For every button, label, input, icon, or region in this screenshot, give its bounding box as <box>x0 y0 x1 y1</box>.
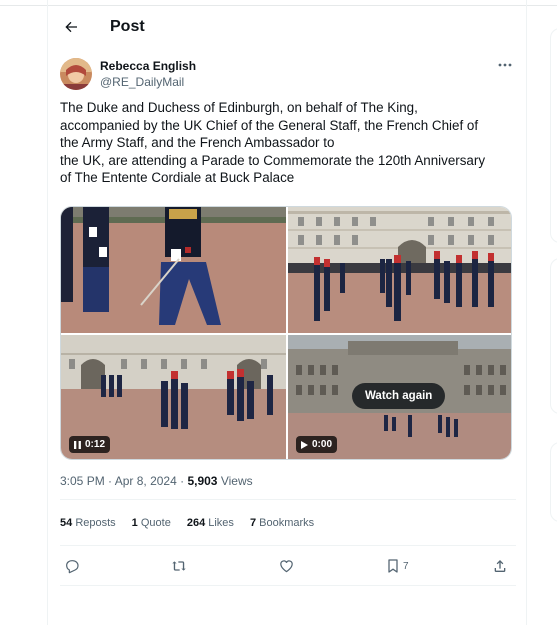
repost-icon <box>172 561 186 571</box>
post-time[interactable]: 3:05 PM <box>60 474 105 488</box>
more-button[interactable] <box>494 56 516 74</box>
divider <box>60 585 516 586</box>
bookmarks-stat[interactable]: 7 Bookmarks <box>250 517 314 529</box>
sidebar-card <box>550 28 557 243</box>
views-label: Views <box>220 474 253 488</box>
tweet-text: The Duke and Duchess of Edinburgh, on be… <box>60 100 486 185</box>
likes-label: Likes <box>208 517 234 529</box>
meta-separator: · <box>180 474 185 488</box>
bookmark-count: 7 <box>403 560 409 572</box>
quotes-count: 1 <box>131 517 138 529</box>
reply-button[interactable] <box>64 555 80 577</box>
media-video-2[interactable] <box>288 207 511 333</box>
share-button[interactable] <box>492 555 508 577</box>
divider <box>60 499 516 500</box>
engagement-stats: 54 Reposts 1 Quote 264 Likes 7 Bookmarks <box>60 517 314 529</box>
watch-again-button[interactable]: Watch again <box>352 383 446 409</box>
like-button[interactable] <box>278 555 295 577</box>
bookmark-button[interactable]: 7 <box>386 555 409 577</box>
reposts-count: 54 <box>60 517 73 529</box>
video-time: 0:00 <box>312 439 333 450</box>
author-name[interactable]: Rebecca English <box>100 58 196 74</box>
author-row: Rebecca English @RE_DailyMail <box>60 56 516 92</box>
share-icon <box>494 560 506 572</box>
divider <box>60 545 516 546</box>
video-time: 0:12 <box>85 439 106 450</box>
reposts-stat[interactable]: 54 Reposts <box>60 517 116 529</box>
arrow-left-icon <box>65 21 77 33</box>
post-meta: 3:05 PM · Apr 8, 2024 · 5,903 Views <box>60 474 253 488</box>
bookmarks-label: Bookmarks <box>259 517 315 529</box>
media-video-3[interactable]: 0:12 <box>61 335 286 459</box>
action-bar: 7 <box>60 555 516 577</box>
play-icon[interactable] <box>301 440 308 449</box>
video-duration-badge: 0:12 <box>69 436 111 453</box>
bookmark-icon <box>388 559 398 573</box>
likes-stat[interactable]: 264 Likes <box>187 517 234 529</box>
post-header: Post <box>48 10 528 44</box>
repost-button[interactable] <box>170 555 188 577</box>
reposts-label: Reposts <box>75 517 116 529</box>
sidebar-card <box>550 442 557 522</box>
sidebar-card <box>550 258 557 414</box>
avatar[interactable] <box>60 58 92 90</box>
post-column: Post Rebecca English @RE_DailyMail The D… <box>47 0 527 625</box>
meta-separator: · <box>108 474 113 488</box>
page-title: Post <box>110 18 145 35</box>
post-date[interactable]: Apr 8, 2024 <box>115 474 177 488</box>
bookmarks-count: 7 <box>249 517 257 529</box>
quotes-label: Quote <box>140 517 171 529</box>
media-grid: 0:12 Watch again 0:00 <box>60 206 512 460</box>
quotes-stat[interactable]: 1 Quote <box>132 517 171 529</box>
video-duration-badge: 0:00 <box>296 436 338 453</box>
pause-icon[interactable] <box>74 440 81 449</box>
more-horizontal-icon <box>498 63 512 67</box>
views-count: 5,903 <box>187 474 218 488</box>
likes-count: 264 <box>186 517 206 529</box>
media-video-4[interactable]: Watch again 0:00 <box>288 335 511 459</box>
author-handle[interactable]: @RE_DailyMail <box>100 74 196 90</box>
heart-icon <box>280 560 293 573</box>
reply-icon <box>66 560 79 574</box>
back-button[interactable] <box>54 10 88 44</box>
media-video-1[interactable] <box>61 207 286 333</box>
